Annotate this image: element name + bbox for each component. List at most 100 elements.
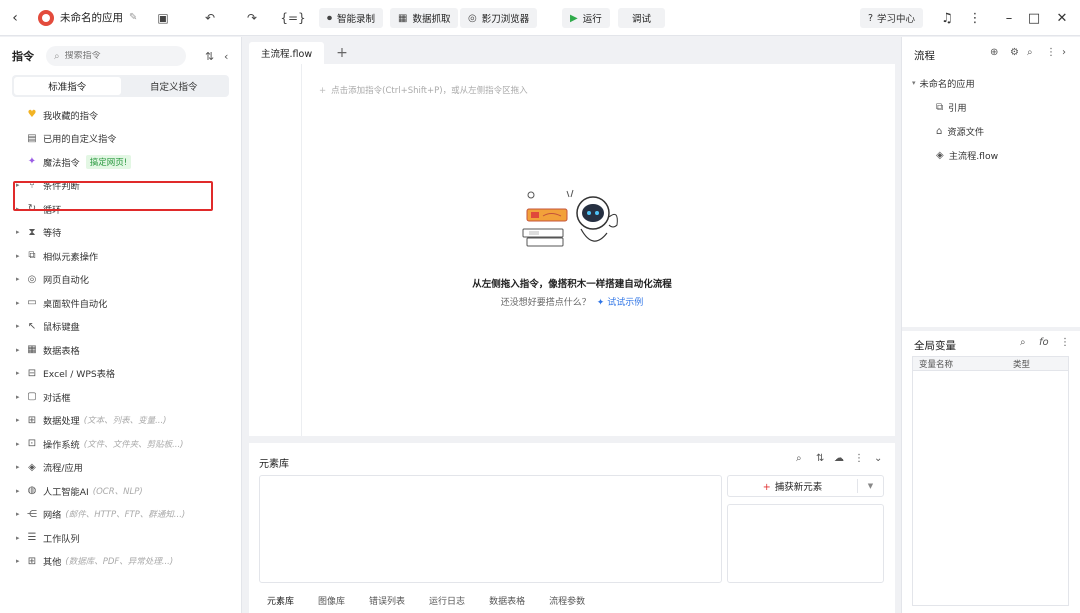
data-capture-button[interactable]: ▦ 数据抓取 bbox=[390, 8, 459, 28]
tab-flow-params[interactable]: 流程参数 bbox=[549, 594, 585, 607]
search-icon[interactable]: ⌕ bbox=[1027, 47, 1033, 58]
tree-item-main-flow[interactable]: ◈ 主流程.flow bbox=[912, 143, 998, 167]
debug-button[interactable]: 调试 bbox=[618, 8, 666, 28]
tab-standard-commands[interactable]: 标准指令 bbox=[14, 77, 121, 95]
maximize-icon[interactable]: □ bbox=[1025, 8, 1043, 28]
more-vertical-icon[interactable]: ⋮ bbox=[966, 8, 984, 28]
more-vertical-icon[interactable]: ⋮ bbox=[1060, 337, 1070, 348]
learning-center-button[interactable]: ? 学习中心 bbox=[860, 8, 924, 28]
pinned-used-custom[interactable]: ▤ 已用的自定义指令 bbox=[0, 127, 241, 151]
code-braces-icon[interactable]: {=} bbox=[280, 7, 305, 29]
more-vertical-icon[interactable]: ⋮ bbox=[854, 453, 864, 464]
sort-icon[interactable]: ⇅ bbox=[816, 453, 824, 464]
category-flow-app[interactable]: ▸ ◈ 流程/应用 bbox=[0, 456, 241, 480]
edit-pencil-icon[interactable]: ✎ bbox=[129, 12, 137, 23]
robot-illustration-icon bbox=[522, 189, 618, 247]
tab-image-library[interactable]: 图像库 bbox=[318, 594, 345, 607]
category-wait[interactable]: ▸ ⧗ 等待 bbox=[0, 221, 241, 245]
app-name[interactable]: 未命名的应用 bbox=[60, 10, 123, 25]
category-mouse-keyboard[interactable]: ▸ ↖ 鼠标键盘 bbox=[0, 315, 241, 339]
category-excel[interactable]: ▸ ⊟ Excel / WPS表格 bbox=[0, 362, 241, 386]
category-other[interactable]: ▸ ⊞ 其他 (数据库、PDF、异常处理...) bbox=[0, 550, 241, 574]
chevron-right-icon[interactable]: › bbox=[1062, 47, 1066, 58]
system-icon: ⊡ bbox=[27, 438, 37, 450]
tab-data-table[interactable]: 数据表格 bbox=[489, 594, 525, 607]
heart-icon: ♥ bbox=[27, 109, 37, 121]
category-data-table[interactable]: ▸ ▦ 数据表格 bbox=[0, 338, 241, 362]
undo-icon[interactable]: ↶ bbox=[199, 7, 221, 29]
category-web-automation[interactable]: ▸ ◎ 网页自动化 bbox=[0, 268, 241, 292]
add-command-hint[interactable]: + 点击添加指令(Ctrl+Shift+P)，或从左侧指令区拖入 bbox=[319, 84, 528, 96]
expand-icon: ▸ bbox=[16, 439, 20, 448]
line-gutter bbox=[301, 64, 302, 436]
excel-icon: ⊟ bbox=[27, 367, 37, 379]
try-example-link[interactable]: ✦ 试试示例 bbox=[597, 298, 643, 308]
network-icon: ⋲ bbox=[27, 508, 37, 520]
category-network[interactable]: ▸ ⋲ 网络 (邮件、HTTP、FTP、群通知...) bbox=[0, 503, 241, 527]
function-icon[interactable]: fo bbox=[1039, 337, 1049, 348]
bell-icon[interactable]: ♫ bbox=[938, 8, 956, 28]
pinned-favorites[interactable]: ♥ 我收藏的指令 bbox=[0, 103, 241, 127]
sort-icon[interactable]: ⇅ bbox=[205, 50, 214, 63]
expand-icon: ▸ bbox=[16, 486, 20, 495]
tab-run-log[interactable]: 运行日志 bbox=[429, 594, 465, 607]
expand-icon: ▸ bbox=[16, 392, 20, 401]
flow-title: 流程 bbox=[914, 50, 935, 62]
back-icon[interactable]: ‹ bbox=[0, 0, 30, 36]
more-vertical-icon[interactable]: ⋮ bbox=[1046, 47, 1056, 58]
command-search[interactable]: ⌕ bbox=[46, 46, 186, 66]
browser-icon: ◎ bbox=[468, 12, 477, 24]
tab-custom-commands[interactable]: 自定义指令 bbox=[121, 77, 228, 95]
panel-divider[interactable] bbox=[902, 327, 1080, 331]
smart-record-button[interactable]: ⏺ 智能录制 bbox=[319, 8, 384, 28]
close-icon[interactable]: ✕ bbox=[1053, 8, 1071, 28]
element-list-area[interactable] bbox=[259, 475, 722, 583]
category-ai[interactable]: ▸ ◍ 人工智能AI (OCR、NLP) bbox=[0, 479, 241, 503]
expand-icon: ▸ bbox=[16, 251, 20, 260]
sparkle-icon: ✦ bbox=[596, 298, 608, 308]
category-desktop-automation[interactable]: ▸ ▭ 桌面软件自动化 bbox=[0, 291, 241, 315]
capture-element-button[interactable]: + 捕获新元素 ▼ bbox=[727, 475, 884, 497]
redo-icon[interactable]: ↷ bbox=[241, 7, 263, 29]
plus-icon: + bbox=[762, 482, 771, 493]
add-flow-icon[interactable]: ⊕ bbox=[990, 47, 998, 58]
expand-icon: ▸ bbox=[16, 345, 20, 354]
expand-icon: ▸ bbox=[16, 416, 20, 425]
element-library-panel: 元素库 ⌕ ⇅ ☁ ⋮ ⌄ + 捕获新元素 ▼ 元素库 图像库 错误列表 运行日志… bbox=[249, 443, 895, 613]
flow-canvas[interactable]: + 点击添加指令(Ctrl+Shift+P)，或从左侧指令区拖入 从左侧拖入指令，… bbox=[249, 64, 895, 436]
save-icon[interactable]: ▣ bbox=[152, 7, 174, 29]
chevron-down-icon[interactable]: ⌄ bbox=[874, 453, 882, 464]
search-icon[interactable]: ⌕ bbox=[796, 453, 802, 464]
settings-icon[interactable]: ⚙ bbox=[1010, 47, 1019, 58]
browser-button[interactable]: ◎ 影刀浏览器 bbox=[460, 8, 538, 28]
upload-cloud-icon[interactable]: ☁ bbox=[834, 453, 844, 464]
expand-icon: ▸ bbox=[16, 322, 20, 331]
command-search-input[interactable] bbox=[64, 51, 175, 61]
expand-icon: ▸ bbox=[16, 557, 20, 566]
tree-item-resources[interactable]: ⌂ 资源文件 bbox=[912, 119, 998, 143]
add-tab-icon[interactable]: + bbox=[336, 42, 348, 64]
col-var-name: 变量名称 bbox=[919, 359, 954, 370]
layers-icon: ◈ bbox=[28, 461, 36, 473]
search-icon[interactable]: ⌕ bbox=[1020, 337, 1026, 348]
chevron-down-icon[interactable]: ▼ bbox=[857, 479, 883, 493]
collapse-panel-icon[interactable]: ‹ bbox=[224, 50, 228, 63]
category-dialog[interactable]: ▸ ▢ 对话框 bbox=[0, 385, 241, 409]
cursor-icon: ↖ bbox=[27, 320, 37, 332]
col-var-type: 类型 bbox=[1013, 359, 1031, 370]
category-data-processing[interactable]: ▸ ⊞ 数据处理 (文本、列表、变量...) bbox=[0, 409, 241, 433]
expand-icon: ▸ bbox=[16, 275, 20, 284]
tab-error-list[interactable]: 错误列表 bbox=[369, 594, 405, 607]
hourglass-icon: ⧗ bbox=[28, 226, 36, 238]
category-os[interactable]: ▸ ⊡ 操作系统 (文件、文件夹、剪贴板...) bbox=[0, 432, 241, 456]
tree-root[interactable]: ▾ 未命名的应用 bbox=[912, 71, 998, 95]
tab-element-library[interactable]: 元素库 bbox=[267, 594, 294, 607]
tab-main-flow[interactable]: 主流程.flow bbox=[249, 42, 325, 64]
minimize-icon[interactable]: – bbox=[1000, 8, 1018, 28]
tree-item-reference[interactable]: ⧉ 引用 bbox=[912, 95, 998, 119]
data-icon: ⊞ bbox=[27, 414, 37, 426]
category-similar-elements[interactable]: ▸ ⧉ 相似元素操作 bbox=[0, 244, 241, 268]
run-button[interactable]: ▶ 运行 bbox=[562, 8, 610, 28]
pinned-magic-commands[interactable]: ✦ 魔法指令 搞定网页! bbox=[0, 150, 241, 174]
category-work-queue[interactable]: ▸ ☰ 工作队列 bbox=[0, 526, 241, 550]
